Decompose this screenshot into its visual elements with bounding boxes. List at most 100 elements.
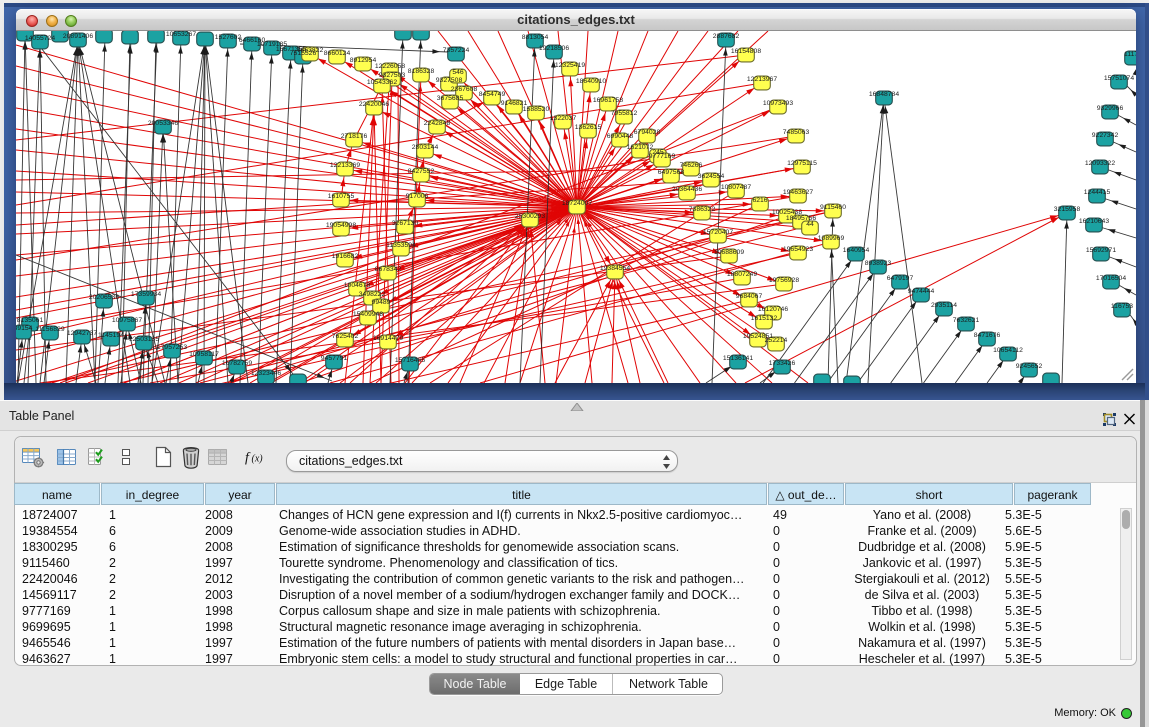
svg-text:7632621: 7632621: [953, 317, 980, 324]
svg-text:1916682: 1916682: [332, 253, 359, 260]
svg-text:2935114: 2935114: [931, 302, 957, 309]
svg-text:9115460: 9115460: [820, 204, 846, 211]
svg-text:16914479: 16914479: [373, 335, 403, 342]
svg-text:19756928: 19756928: [769, 277, 799, 284]
svg-text:15751074: 15751074: [1104, 75, 1134, 82]
svg-text:20053346: 20053346: [148, 120, 178, 127]
svg-text:15716465: 15716465: [395, 357, 425, 364]
svg-text:22420046: 22420046: [359, 101, 389, 108]
svg-text:10688609: 10688609: [714, 249, 744, 256]
svg-text:8660124: 8660124: [324, 50, 351, 57]
svg-text:16154808: 16154808: [731, 48, 761, 55]
svg-text:12323446: 12323446: [251, 370, 281, 377]
svg-text:1145194: 1145194: [98, 332, 124, 339]
svg-text:16210643: 16210643: [1079, 218, 1109, 225]
svg-text:252214: 252214: [765, 337, 788, 344]
svg-text:16053809: 16053809: [406, 31, 436, 33]
svg-text:11156829: 11156829: [35, 326, 64, 333]
svg-text:1089969: 1089969: [818, 235, 845, 242]
svg-text:9329966: 9329966: [1097, 105, 1124, 112]
svg-text:1527602: 1527602: [215, 34, 242, 41]
svg-text:14055724: 14055724: [25, 35, 55, 42]
svg-text:7955812: 7955812: [611, 110, 638, 117]
svg-text:16782759: 16782759: [222, 360, 252, 367]
svg-text:12503135: 12503135: [129, 336, 159, 343]
svg-text:8471676: 8471676: [974, 332, 1001, 339]
svg-text:7485063: 7485063: [783, 129, 810, 136]
svg-text:8938923: 8938923: [865, 260, 892, 267]
svg-text:16848784: 16848784: [869, 91, 899, 98]
svg-text:44: 44: [806, 221, 814, 228]
svg-text:f: f: [245, 451, 251, 466]
svg-text:17359934: 17359934: [131, 291, 161, 298]
svg-text:3624554: 3624554: [698, 173, 725, 180]
svg-text:9474444: 9474444: [908, 288, 935, 295]
svg-text:12213369: 12213369: [330, 162, 360, 169]
svg-text:15409948: 15409948: [353, 311, 383, 318]
svg-text:8427552: 8427552: [408, 168, 435, 175]
svg-text:11172: 11172: [1124, 51, 1136, 58]
svg-text:12975115: 12975115: [787, 160, 817, 167]
svg-text:11353594: 11353594: [386, 242, 416, 249]
svg-text:6497568: 6497568: [658, 169, 685, 176]
svg-text:20891406: 20891406: [63, 33, 93, 40]
svg-text:1362615: 1362615: [575, 124, 602, 131]
svg-text:19218506: 19218506: [539, 45, 569, 52]
svg-text:25300293: 25300293: [515, 213, 545, 220]
svg-text:2718176: 2718176: [341, 133, 368, 140]
svg-text:3675685: 3675685: [437, 95, 464, 102]
svg-text:7357224: 7357224: [443, 47, 470, 54]
svg-text:8813054: 8813054: [522, 34, 549, 41]
svg-text:9777169: 9777169: [649, 153, 676, 160]
svg-text:6479197: 6479197: [887, 275, 914, 282]
svg-text:(x): (x): [252, 454, 264, 465]
svg-text:6794028: 6794028: [634, 129, 661, 136]
svg-text:9684067: 9684067: [736, 293, 763, 300]
svg-text:16961758: 16961758: [593, 97, 623, 104]
svg-text:7663822: 7663822: [297, 47, 324, 54]
svg-text:10653267: 10653267: [166, 31, 196, 38]
svg-text:8912954: 8912954: [350, 57, 377, 64]
svg-text:19463627: 19463627: [783, 189, 813, 196]
svg-text:3215958: 3215958: [1054, 206, 1081, 213]
svg-text:18640910: 18640910: [576, 78, 606, 85]
svg-text:2367608: 2367608: [451, 86, 478, 93]
svg-text:1244415: 1244415: [1084, 189, 1111, 196]
svg-text:10973493: 10973493: [763, 100, 793, 107]
svg-text:6990448: 6990448: [607, 133, 634, 140]
svg-text:12325419: 12325419: [555, 62, 585, 69]
svg-text:9327508: 9327508: [436, 77, 463, 84]
svg-text:15720407: 15720407: [703, 229, 733, 236]
svg-text:7386322: 7386322: [689, 206, 716, 213]
svg-text:20206536: 20206536: [89, 294, 119, 301]
svg-text:8678342: 8678342: [375, 266, 402, 273]
svg-text:9245652: 9245652: [1016, 363, 1043, 370]
svg-text:19384554: 19384554: [600, 265, 630, 272]
svg-text:2887682: 2887682: [713, 33, 740, 40]
svg-text:15692971: 15692971: [1086, 247, 1116, 254]
svg-text:3267130: 3267130: [392, 220, 419, 227]
svg-text:1588520: 1588520: [523, 106, 550, 113]
svg-text:1322037: 1322037: [550, 115, 577, 122]
svg-text:18807249: 18807249: [727, 271, 757, 278]
svg-text:99489: 99489: [372, 299, 391, 306]
svg-text:10958117: 10958117: [189, 351, 219, 358]
svg-text:9457791: 9457791: [321, 355, 348, 362]
svg-text:1615132: 1615132: [751, 315, 778, 322]
svg-text:6216: 6216: [752, 197, 767, 204]
svg-text:39154: 39154: [16, 325, 33, 332]
svg-text:746266: 746266: [680, 162, 703, 169]
svg-text:917006: 917006: [406, 193, 429, 200]
svg-text:116753: 116753: [1111, 303, 1133, 310]
svg-text:18724007: 18724007: [562, 200, 592, 207]
svg-text:10807487: 10807487: [721, 184, 751, 191]
svg-text:12093322: 12093322: [1085, 160, 1115, 167]
svg-text:546: 546: [452, 69, 464, 76]
svg-text:1004678: 1004678: [344, 282, 371, 289]
svg-text:9227342: 9227342: [1092, 132, 1119, 139]
svg-text:17016504: 17016504: [1096, 275, 1126, 282]
svg-text:1640954: 1640954: [843, 247, 870, 254]
svg-text:1610755: 1610755: [328, 193, 355, 200]
svg-text:8454749: 8454749: [479, 91, 506, 98]
svg-text:7625402: 7625402: [332, 333, 359, 340]
